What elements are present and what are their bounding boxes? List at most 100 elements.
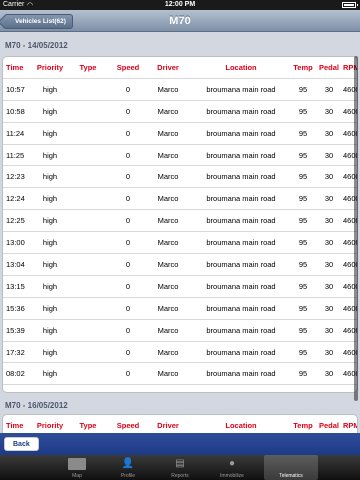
table-row[interactable]: 08:02 high 0 Marco broumana main road 95 30 460… xyxy=(3,363,357,386)
cell-time: 10:57 xyxy=(6,84,25,94)
cell-temp: 95 xyxy=(298,106,308,116)
table-row[interactable]: 11:24 high 0 Marco broumana main road 95 30 460… xyxy=(3,123,357,145)
cell-time: 13:00 xyxy=(6,238,25,248)
cell-temp: 95 xyxy=(298,84,308,94)
cell-speed: 0 xyxy=(125,172,131,182)
cell-priority: high xyxy=(42,325,58,335)
cell-speed: 0 xyxy=(125,260,131,270)
table-row[interactable]: 10:58 high 0 Marco broumana main road 95 30 460… xyxy=(3,101,357,123)
cell-priority: high xyxy=(42,172,58,182)
cell-time: 12:23 xyxy=(6,172,25,182)
cell-priority: high xyxy=(42,150,58,160)
status-bar: Carrier ◠ 12:00 PM xyxy=(0,0,360,10)
table-row[interactable]: 13:04 high 0 Marco broumana main road 95 30 460… xyxy=(3,254,357,276)
cell-location: broumana main road xyxy=(206,369,276,379)
table-row[interactable]: 15:36 high 0 Marco broumana main road 95 30 460… xyxy=(3,298,357,320)
cell-priority: high xyxy=(42,216,58,226)
tab-label: Map xyxy=(72,473,82,479)
cell-speed: 0 xyxy=(125,325,131,335)
column-header-speed: Speed xyxy=(116,63,140,72)
scroll-indicator[interactable] xyxy=(354,56,358,401)
cell-speed: 0 xyxy=(125,194,131,204)
tab-reports[interactable]: ▤ Reports xyxy=(153,455,207,480)
cell-speed: 0 xyxy=(125,150,131,160)
cell-location: broumana main road xyxy=(206,172,276,182)
table-row[interactable]: 13:00 high 0 Marco broumana main road 95 30 460… xyxy=(3,232,357,255)
cell-priority: high xyxy=(42,194,58,204)
cell-location: broumana main road xyxy=(206,281,276,291)
cell-location: broumana main road xyxy=(206,260,276,270)
cell-temp: 95 xyxy=(298,281,308,291)
cell-driver: Marco xyxy=(157,303,179,313)
cell-time: 12:25 xyxy=(6,216,25,226)
tab-map[interactable]: Map xyxy=(50,455,104,480)
table-row[interactable]: 11:25 high 0 Marco broumana main road 95 30 460… xyxy=(3,145,357,167)
column-header-temp: Temp xyxy=(293,63,313,72)
cell-speed: 0 xyxy=(125,238,131,248)
cell-priority: high xyxy=(42,369,58,379)
cell-time: 10:58 xyxy=(6,106,25,116)
cell-driver: Marco xyxy=(157,194,179,204)
cell-priority: high xyxy=(42,84,58,94)
cell-driver: Marco xyxy=(157,84,179,94)
cell-driver: Marco xyxy=(157,347,179,357)
cell-location: broumana main road xyxy=(206,128,276,138)
cell-location: broumana main road xyxy=(206,325,276,335)
cell-driver: Marco xyxy=(157,216,179,226)
cell-driver: Marco xyxy=(157,260,179,270)
cell-location: broumana main road xyxy=(206,216,276,226)
cell-location: broumana main road xyxy=(206,303,276,313)
column-header-time: Time xyxy=(6,63,24,72)
cell-temp: 95 xyxy=(298,194,308,204)
table-row[interactable]: 12:25 high 0 Marco broumana main road 95 30 460… xyxy=(3,210,357,233)
records-table-1: Time Priority Type Speed Driver Location Temp P… xyxy=(2,56,358,393)
tab-telematics[interactable]: Telematics xyxy=(264,455,318,480)
cell-temp: 95 xyxy=(298,347,308,357)
cell-pedal: 30 xyxy=(324,150,334,160)
table-row[interactable]: 17:32 high 0 Marco broumana main road 95 30 460… xyxy=(3,342,357,364)
cell-pedal: 30 xyxy=(324,172,334,182)
clock: 12:00 PM xyxy=(164,1,196,8)
cell-time: 11:25 xyxy=(6,150,25,160)
cell-pedal: 30 xyxy=(324,106,334,116)
column-header-driver: Driver xyxy=(157,63,179,72)
cell-driver: Marco xyxy=(157,150,179,160)
cell-pedal: 30 xyxy=(324,194,334,204)
tab-immobilize[interactable]: ● Immobilize xyxy=(205,455,259,480)
cell-time: 15:36 xyxy=(6,303,25,313)
table-header-row: Time Priority Type Speed Driver Location Temp P… xyxy=(3,57,357,79)
cell-time: 15:39 xyxy=(6,325,25,335)
column-header-pedal: Pedal xyxy=(318,63,339,72)
column-header-type: Type xyxy=(79,63,97,72)
cell-time: 17:32 xyxy=(6,347,25,357)
cell-time: 11:24 xyxy=(6,128,25,138)
tab-label: Reports xyxy=(171,473,189,479)
table-row[interactable]: 15:39 high 0 Marco broumana main road 95 30 460… xyxy=(3,320,357,342)
tab-label: Telematics xyxy=(279,473,303,479)
section-header-2: M70 - 16/05/2012 xyxy=(5,401,68,410)
cell-location: broumana main road xyxy=(206,106,276,116)
map-icon xyxy=(68,458,86,470)
cell-time: 13:04 xyxy=(6,260,25,270)
cell-temp: 95 xyxy=(298,325,308,335)
table-row[interactable]: 10:57 high 0 Marco broumana main road 95 30 460… xyxy=(3,79,357,101)
table-row[interactable]: 13:15 high 0 Marco broumana main road 95 30 460… xyxy=(3,276,357,298)
cell-driver: Marco xyxy=(157,128,179,138)
cell-speed: 0 xyxy=(125,281,131,291)
bottom-toolbar: Back xyxy=(0,433,360,455)
table-row[interactable]: 12:24 high 0 Marco broumana main road 95 30 460… xyxy=(3,188,357,211)
cell-driver: Marco xyxy=(157,172,179,182)
tab-bar: Map 👤 Profile ▤ Reports ● Immobilize Tel… xyxy=(0,455,360,480)
cell-time: 12:24 xyxy=(6,194,25,204)
table-row[interactable]: 12:23 high 0 Marco broumana main road 95 30 460… xyxy=(3,166,357,189)
page-title: M70 xyxy=(169,15,191,27)
back-button[interactable]: Back xyxy=(4,437,39,451)
cell-pedal: 30 xyxy=(324,128,334,138)
cell-priority: high xyxy=(42,238,58,248)
tab-label: Profile xyxy=(120,473,136,479)
immobilize-icon: ● xyxy=(228,458,236,469)
cell-speed: 0 xyxy=(125,106,131,116)
cell-pedal: 30 xyxy=(324,238,334,248)
cell-temp: 95 xyxy=(298,172,308,182)
tab-profile[interactable]: 👤 Profile xyxy=(101,455,155,480)
